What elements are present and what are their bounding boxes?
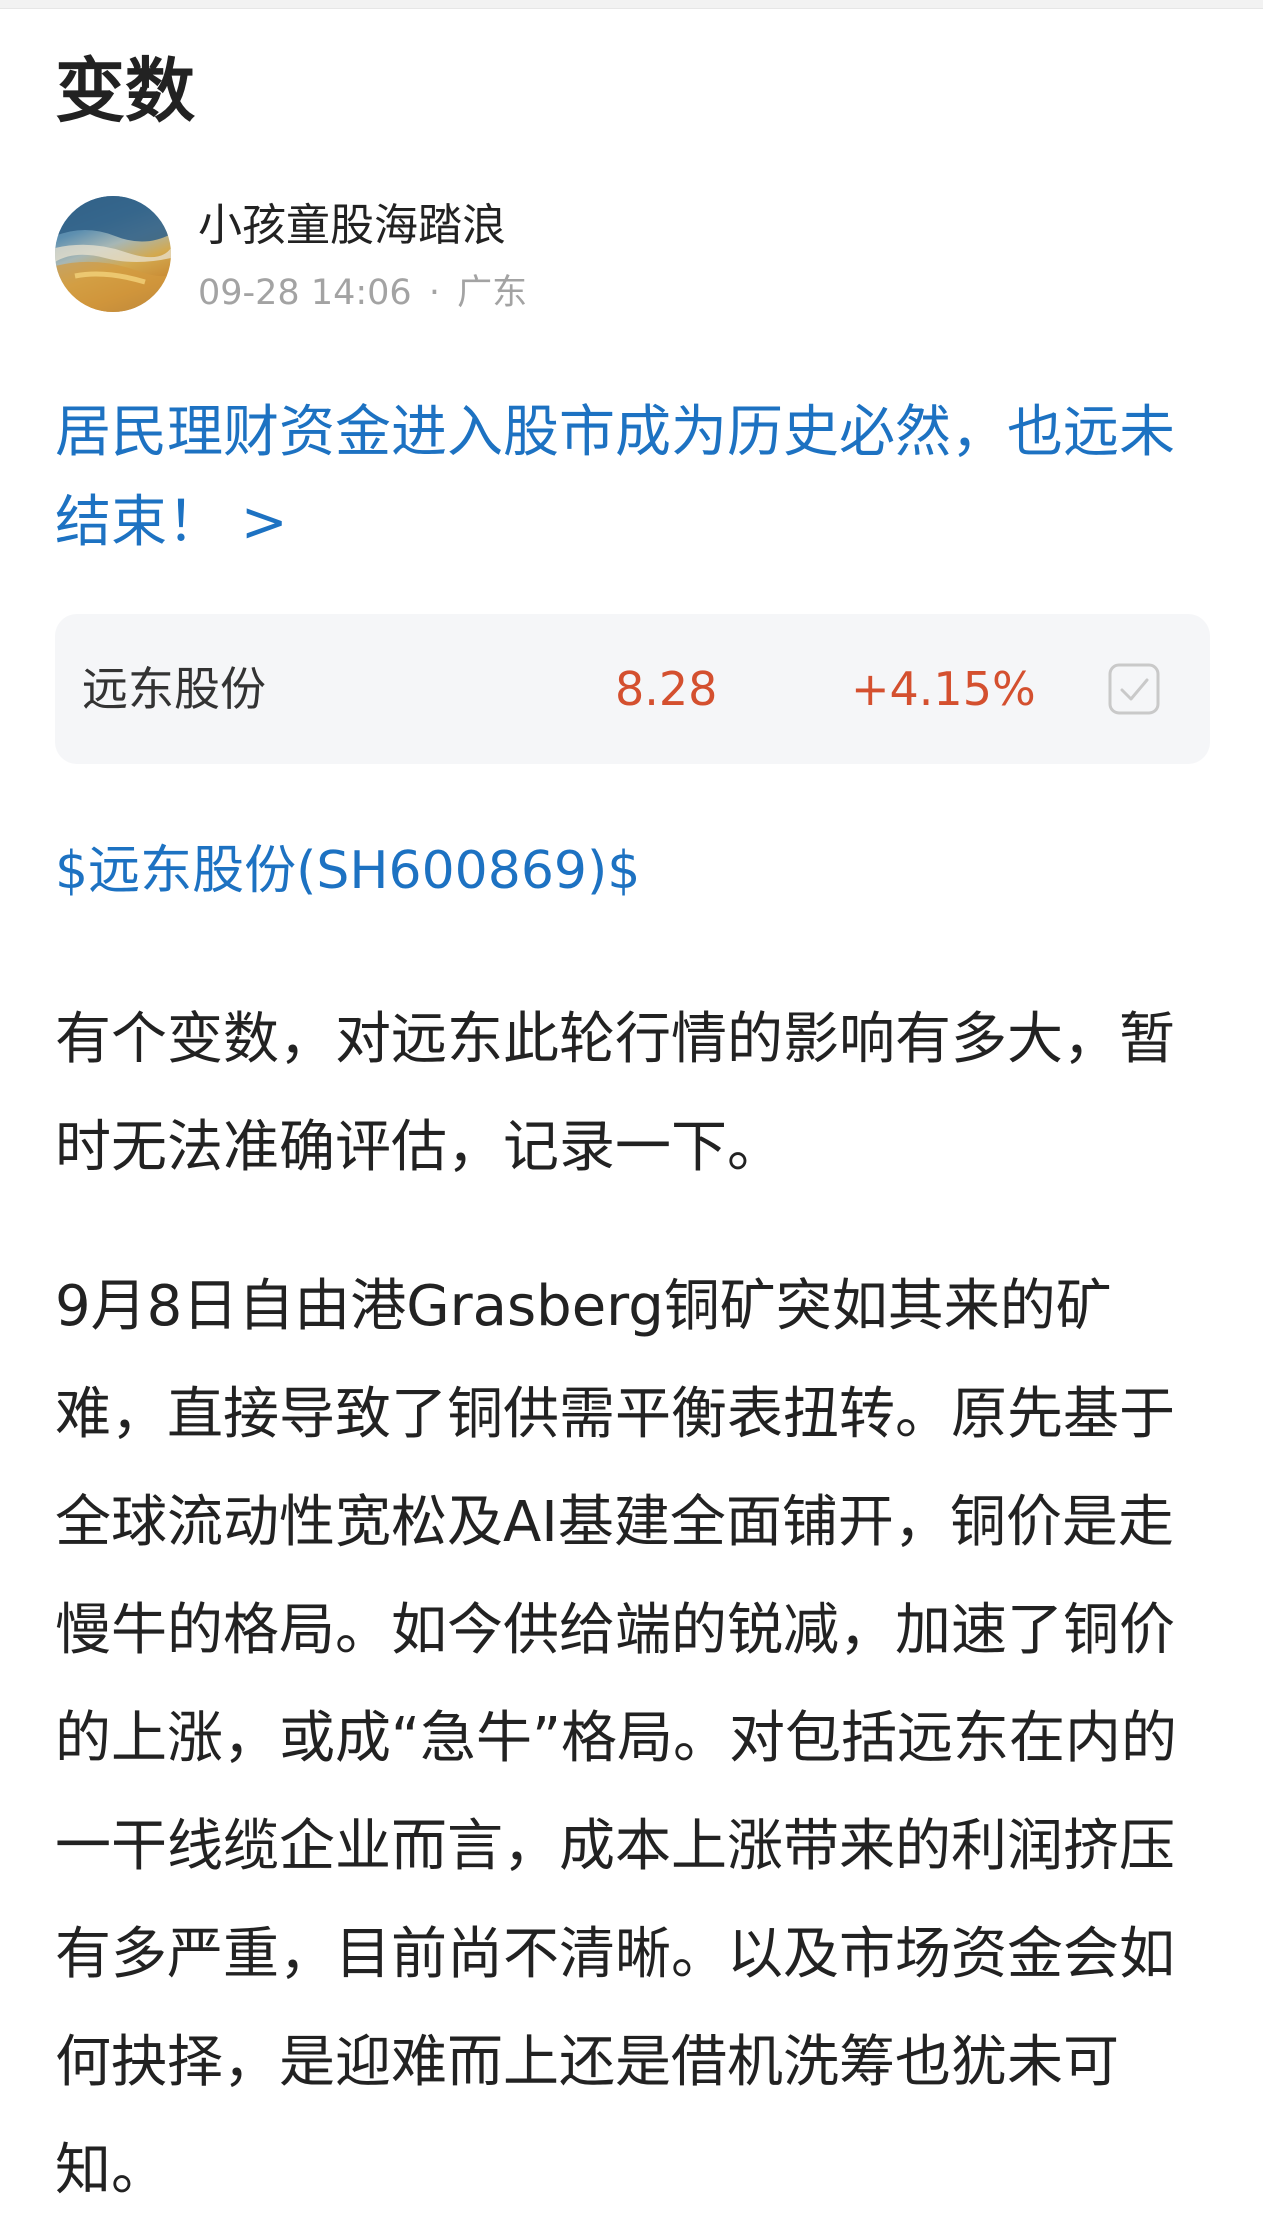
stock-change-percent: +4.15% xyxy=(851,662,1036,716)
body-paragraph-1: 有个变数，对远东此轮行情的影响有多大，暂时无法准确评估，记录一下。 xyxy=(55,1007,1175,1180)
stock-quote-card[interactable]: 远东股份 8.28 +4.15% xyxy=(55,614,1210,764)
stock-tag-link[interactable]: $远东股份(SH600869)$ xyxy=(55,836,640,906)
author-row[interactable]: 小孩童股海踏浪 09-28 14:06 · 广东 xyxy=(55,196,1210,314)
post-location: 广东 xyxy=(457,273,528,313)
post-meta: 09-28 14:06 · 广东 xyxy=(198,272,527,314)
top-divider xyxy=(0,0,1263,9)
related-article-link[interactable]: 居民理财资金进入股市成为历史必然，也远未结束！ > xyxy=(55,388,1210,568)
avatar-image xyxy=(55,196,171,312)
stock-price: 8.28 xyxy=(615,662,718,716)
author-name[interactable]: 小孩童股海踏浪 xyxy=(198,198,506,254)
stock-name: 远东股份 xyxy=(82,662,266,716)
avatar[interactable] xyxy=(55,196,171,312)
checkbox-icon[interactable] xyxy=(1107,662,1161,716)
post-title: 变数 xyxy=(55,50,195,132)
body-paragraph-2: 9月8日自由港Grasberg铜矿突如其来的矿难，直接导致了铜供需平衡表扭转。原… xyxy=(55,1274,1178,2203)
post-date: 09-28 14:06 xyxy=(198,273,412,313)
meta-separator: · xyxy=(428,273,440,313)
